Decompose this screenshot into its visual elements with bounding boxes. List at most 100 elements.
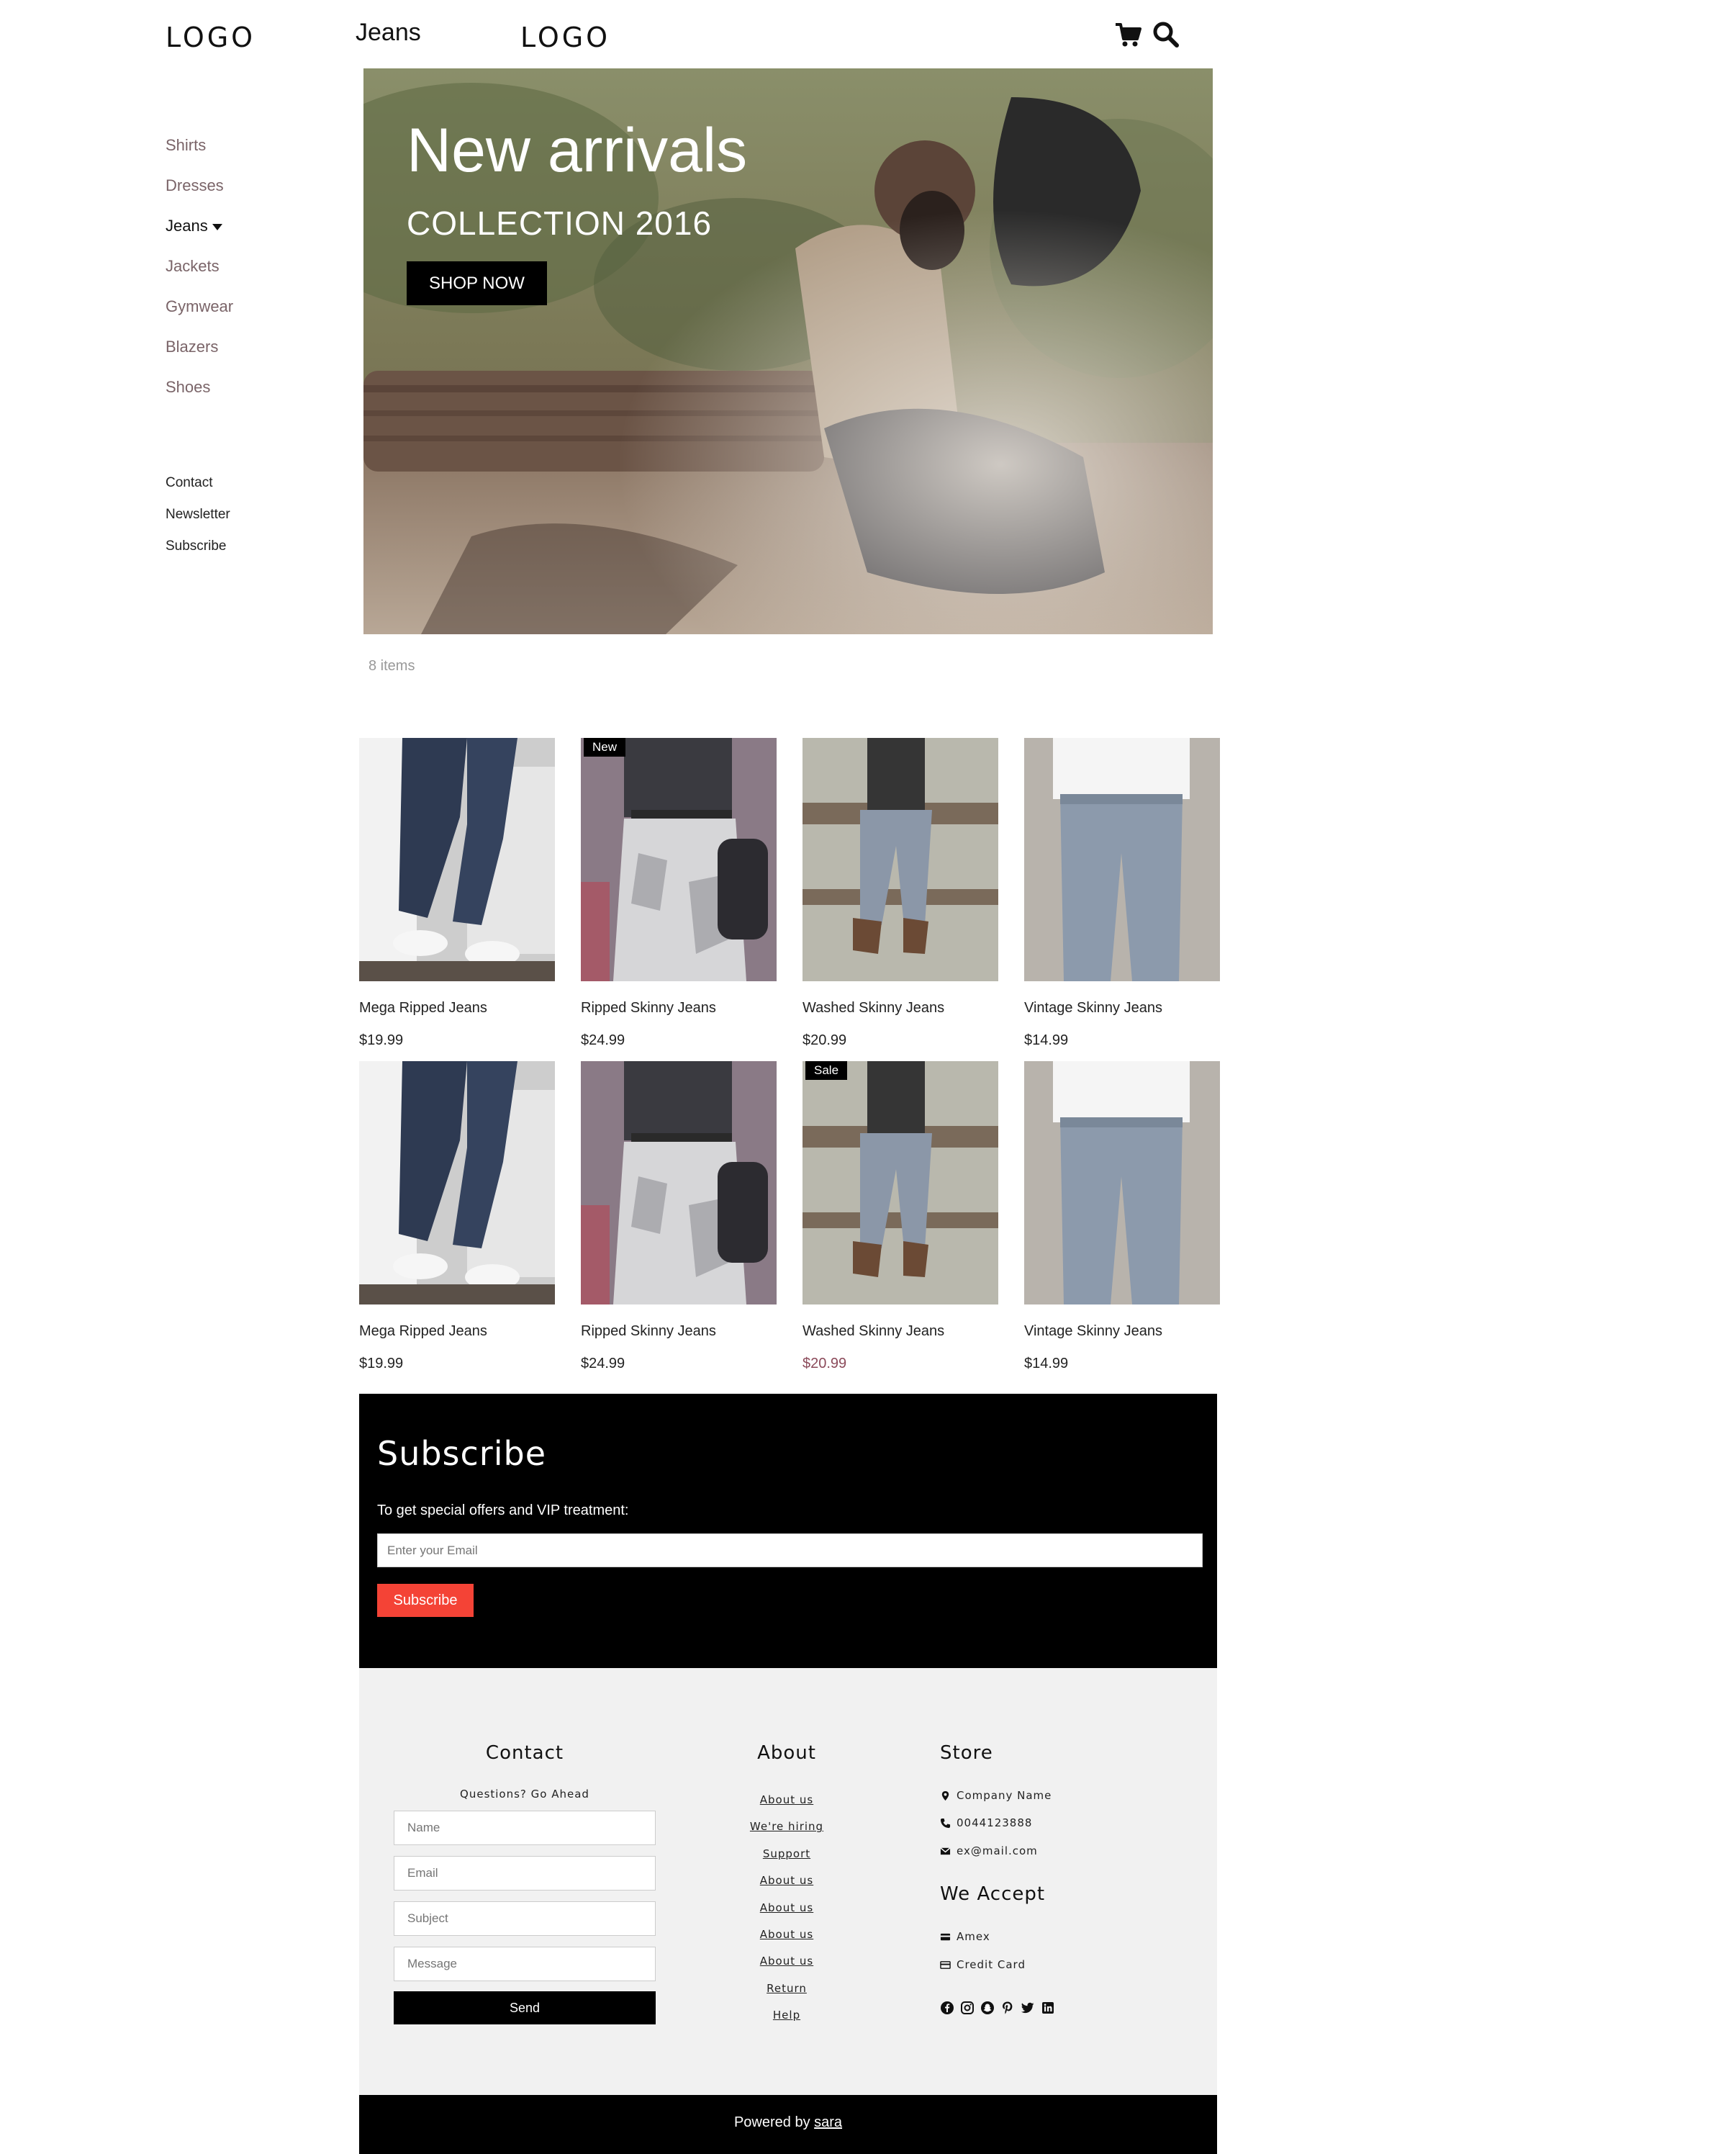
footer-about-title: About [757,1742,816,1764]
product-image[interactable] [581,1061,777,1304]
badge-sale: Sale [805,1061,848,1080]
facebook-icon[interactable] [940,2001,954,2019]
product-price: $19.99 [359,1032,404,1048]
product-name[interactable]: Washed Skinny Jeans [803,1323,998,1340]
store-email-label: ex@mail.com [957,1844,1038,1857]
footer-link-about-us[interactable]: About us [715,1928,859,1941]
footer-link-hiring[interactable]: We're hiring [715,1820,859,1833]
sidebar-item-jeans-label: Jeans [166,217,208,235]
footer-link-about-us[interactable]: About us [715,1901,859,1914]
sidebar-item-jeans[interactable]: Jeans [166,217,222,235]
phone-icon [940,1818,951,1828]
search-icon[interactable] [1152,20,1180,53]
instagram-icon[interactable] [960,2001,975,2019]
product-card[interactable]: Mega Ripped Jeans $19.99 [359,1061,555,1372]
sidebar-item-jackets[interactable]: Jackets [166,257,220,276]
product-price: $14.99 [1024,1032,1069,1048]
product-image[interactable] [359,738,555,981]
badge-new: New [584,738,626,757]
product-image[interactable]: Sale [803,1061,998,1304]
product-name[interactable]: Mega Ripped Jeans [359,1000,555,1017]
payment-amex: Amex [940,1930,990,1943]
payment-credit-card-label: Credit Card [957,1958,1026,1971]
footer-contact-subtitle: Questions? Go Ahead [460,1788,589,1801]
items-count: 8 items [369,658,415,674]
footer-link-about-us[interactable]: About us [715,1793,859,1806]
footer-link-about-us[interactable]: About us [715,1955,859,1968]
contact-name-input[interactable] [394,1811,656,1845]
footer-accept-title: We Accept [940,1883,1046,1905]
hero-title: New arrivals [407,116,748,185]
store-company: Company Name [940,1789,1052,1802]
shop-now-button[interactable]: SHOP NOW [407,261,547,305]
twitter-icon[interactable] [1021,2001,1035,2019]
envelope-icon [940,1847,951,1855]
product-card[interactable]: Washed Skinny Jeans $20.99 [803,738,998,1049]
product-card[interactable]: Ripped Skinny Jeans $24.99 [581,1061,777,1372]
send-button[interactable]: Send [394,1991,656,2024]
product-name[interactable]: Washed Skinny Jeans [803,1000,998,1017]
subscribe-title: Subscribe [377,1434,547,1473]
product-price: $19.99 [359,1356,404,1371]
store-phone-label: 0044123888 [957,1816,1033,1829]
sidebar-item-dresses[interactable]: Dresses [166,176,224,195]
product-name[interactable]: Mega Ripped Jeans [359,1323,555,1340]
page-title: Jeans [356,19,421,46]
product-card[interactable]: Vintage Skinny Jeans $14.99 [1024,1061,1220,1372]
social-icons [940,2001,1055,2019]
product-name[interactable]: Vintage Skinny Jeans [1024,1323,1220,1340]
store-email: ex@mail.com [940,1844,1038,1857]
credit-card-icon [940,1933,951,1940]
linkedin-icon[interactable] [1041,2001,1055,2019]
logo-center[interactable]: LOGO [520,22,610,53]
contact-message-input[interactable] [394,1947,656,1981]
product-price: $20.99 [803,1032,847,1048]
product-card[interactable]: New Ripped Skinny Jeans $24.99 [581,738,777,1049]
footer-link-return[interactable]: Return [715,1982,859,1995]
footer-link-about-us[interactable]: About us [715,1874,859,1887]
store-company-label: Company Name [957,1789,1052,1802]
sidebar-link-subscribe[interactable]: Subscribe [166,538,227,554]
product-card[interactable]: Vintage Skinny Jeans $14.99 [1024,738,1220,1049]
product-image[interactable] [803,738,998,981]
subscribe-email-input[interactable] [377,1533,1203,1567]
subscribe-button[interactable]: Subscribe [377,1584,474,1617]
sidebar-item-gymwear[interactable]: Gymwear [166,297,233,316]
payment-amex-label: Amex [957,1930,990,1943]
pinterest-icon[interactable] [1000,2001,1015,2019]
product-image[interactable] [1024,1061,1220,1304]
sidebar-link-newsletter[interactable]: Newsletter [166,507,230,523]
product-price: $20.99 [803,1356,847,1371]
snapchat-icon[interactable] [980,2001,995,2019]
product-price: $14.99 [1024,1356,1069,1371]
product-image[interactable] [1024,738,1220,981]
sidebar-item-shirts[interactable]: Shirts [166,136,206,155]
contact-email-input[interactable] [394,1856,656,1891]
product-name[interactable]: Vintage Skinny Jeans [1024,1000,1220,1017]
product-card[interactable]: Mega Ripped Jeans $19.99 [359,738,555,1049]
product-card[interactable]: Sale Washed Skinny Jeans $20.99 [803,1061,998,1372]
caret-down-icon [212,223,222,230]
shopping-cart-icon[interactable] [1114,20,1143,53]
logo-left[interactable]: LOGO [166,22,256,53]
powered-by: Powered by sara [359,2114,1217,2131]
sidebar-item-shoes[interactable]: Shoes [166,378,210,397]
product-name[interactable]: Ripped Skinny Jeans [581,1000,777,1017]
sidebar-item-blazers[interactable]: Blazers [166,338,218,356]
product-price: $24.99 [581,1356,625,1371]
contact-subject-input[interactable] [394,1901,656,1936]
powered-by-link[interactable]: sara [814,2114,842,2130]
sidebar-link-contact[interactable]: Contact [166,475,212,491]
powered-by-text: Powered by [733,2114,810,2130]
product-name[interactable]: Ripped Skinny Jeans [581,1323,777,1340]
footer-link-support[interactable]: Support [715,1847,859,1860]
map-marker-icon [941,1790,949,1801]
store-phone: 0044123888 [940,1816,1032,1829]
payment-credit-card: Credit Card [940,1958,1026,1971]
product-image[interactable] [359,1061,555,1304]
credit-card-icon [940,1960,951,1969]
footer-contact-title: Contact [485,1742,564,1764]
footer-link-help[interactable]: Help [715,2009,859,2022]
product-image[interactable]: New [581,738,777,981]
hero-subtitle: COLLECTION 2016 [407,204,713,242]
